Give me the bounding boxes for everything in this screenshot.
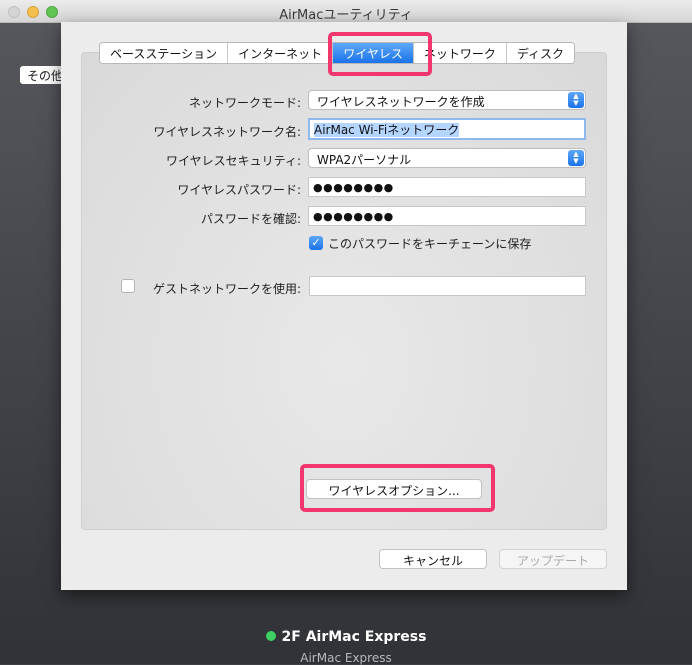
password-value: ●●●●●●●● — [313, 181, 394, 194]
cancel-button[interactable]: キャンセル — [379, 549, 487, 569]
device-model: AirMac Express — [300, 651, 392, 665]
guest-network-checkbox[interactable] — [121, 279, 135, 293]
window-title: AirMacユーティリティ — [279, 8, 413, 23]
network-mode-label: ネットワークモード: — [188, 96, 301, 110]
password-field[interactable]: ●●●●●●●● — [308, 177, 586, 197]
guest-network-label: ゲストネットワークを使用: — [152, 282, 301, 296]
keychain-checkbox[interactable]: ✓ — [309, 236, 323, 250]
network-mode-popup[interactable]: ワイヤレスネットワークを作成 ▲ ▼ — [308, 90, 586, 110]
title-bar: AirMacユーティリティ — [0, 0, 692, 23]
confirm-password-field[interactable]: ●●●●●●●● — [308, 206, 586, 226]
confirm-password-value: ●●●●●●●● — [313, 210, 394, 223]
network-mode-value: ワイヤレスネットワークを作成 — [317, 95, 485, 109]
network-name-field[interactable]: AirMac Wi-Fiネットワーク — [308, 118, 586, 140]
update-button[interactable]: アップデート — [499, 549, 607, 569]
security-popup[interactable]: WPA2パーソナル ▲ ▼ — [308, 148, 586, 168]
tab-base-station[interactable]: ベースステーション — [100, 43, 229, 63]
status-dot-icon — [265, 631, 276, 641]
security-value: WPA2パーソナル — [317, 153, 412, 167]
keychain-label: このパスワードをキーチェーンに保存 — [328, 237, 532, 251]
wireless-tab-highlight — [328, 32, 432, 76]
network-name-label: ワイヤレスネットワーク名: — [153, 125, 301, 139]
security-label: ワイヤレスセキュリティ: — [166, 154, 301, 168]
wireless-options-highlight — [300, 464, 495, 512]
network-name-value: AirMac Wi-Fiネットワーク — [314, 123, 460, 137]
other-button[interactable]: その他 — [20, 66, 66, 84]
device-name[interactable]: 2F AirMac Express — [0, 629, 692, 645]
password-label: ワイヤレスパスワード: — [177, 183, 301, 197]
device-name-label: 2F AirMac Express — [281, 629, 427, 645]
tab-disk[interactable]: ディスク — [506, 43, 575, 63]
popup-arrows-icon: ▲ ▼ — [568, 150, 584, 166]
confirm-password-label: パスワードを確認: — [200, 212, 301, 226]
guest-network-field[interactable] — [309, 276, 586, 296]
popup-arrows-icon: ▲ ▼ — [568, 92, 584, 108]
tab-internet[interactable]: インターネット — [228, 43, 334, 63]
